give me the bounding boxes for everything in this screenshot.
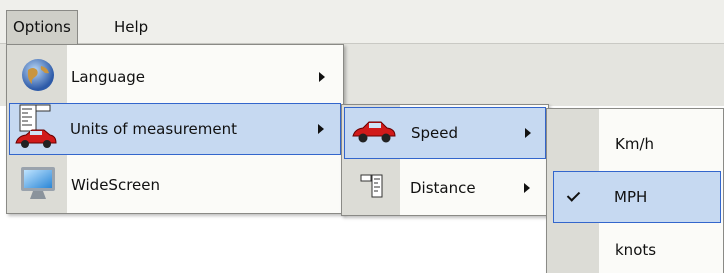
menu-item-label: knots bbox=[615, 241, 657, 259]
menu-item-mph[interactable]: MPH bbox=[553, 171, 721, 223]
submenu-arrow-icon bbox=[318, 124, 324, 134]
menu-item-label: MPH bbox=[614, 188, 648, 206]
menu-item-label: WideScreen bbox=[71, 176, 160, 194]
app-window: Options Help Language Units of measureme… bbox=[0, 0, 724, 273]
menu-item-units-of-measurement[interactable]: Units of measurement bbox=[9, 103, 341, 155]
menu-bar: Options Help bbox=[0, 0, 724, 44]
menu-item-label: Speed bbox=[411, 124, 459, 142]
submenu-arrow-icon bbox=[525, 128, 531, 138]
menu-item-widescreen[interactable]: WideScreen bbox=[9, 159, 341, 211]
submenu-arrow-icon bbox=[524, 183, 530, 193]
menu-item-language[interactable]: Language bbox=[9, 51, 341, 103]
speed-submenu: Km/h MPH knots bbox=[546, 108, 724, 273]
car-icon bbox=[351, 118, 397, 148]
menu-item-distance[interactable]: Distance bbox=[344, 163, 546, 213]
ruler-car-icon bbox=[14, 103, 58, 155]
menu-item-label: Km/h bbox=[615, 135, 655, 153]
menu-item-label: Units of measurement bbox=[70, 120, 237, 138]
units-submenu: Speed Distance bbox=[341, 104, 549, 216]
menu-item-speed[interactable]: Speed bbox=[344, 107, 546, 159]
menu-item-label: Distance bbox=[410, 179, 476, 197]
options-dropdown: Language Units of measurement WideScreen bbox=[6, 44, 344, 214]
menu-item-knots[interactable]: knots bbox=[549, 225, 721, 273]
submenu-arrow-icon bbox=[319, 72, 325, 82]
options-menu[interactable]: Options bbox=[6, 10, 78, 44]
globe-icon bbox=[19, 56, 57, 98]
menu-item-kmh[interactable]: Km/h bbox=[549, 119, 721, 169]
menu-item-label: Language bbox=[71, 68, 146, 86]
help-menu[interactable]: Help bbox=[108, 10, 154, 44]
checkmark-icon bbox=[566, 188, 581, 202]
ruler-icon bbox=[360, 174, 386, 202]
monitor-icon bbox=[19, 163, 59, 207]
